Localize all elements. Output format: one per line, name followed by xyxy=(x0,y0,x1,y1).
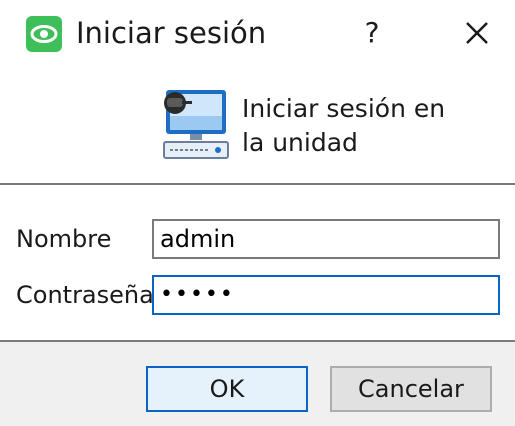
header-line-2: la unidad xyxy=(242,128,358,157)
header-message: Iniciar sesión en la unidad xyxy=(242,92,452,160)
eye-icon xyxy=(26,16,62,52)
title-bar: Iniciar sesión ? xyxy=(0,0,515,72)
username-field[interactable]: admin xyxy=(152,219,500,259)
login-dialog: Iniciar sesión ? Iniciar sesión en la un… xyxy=(0,0,515,426)
computer-login-icon xyxy=(163,90,229,159)
username-label: Nombre xyxy=(16,225,112,253)
help-button[interactable]: ? xyxy=(358,12,386,54)
password-label: Contraseña xyxy=(16,281,154,309)
ok-button[interactable]: OK xyxy=(146,366,308,412)
button-bar: OK Cancelar xyxy=(0,342,515,426)
close-icon[interactable] xyxy=(456,12,498,54)
window-title: Iniciar sesión xyxy=(76,16,267,50)
login-form: Nombre admin Contraseña ••••• xyxy=(0,185,515,340)
password-field[interactable]: ••••• xyxy=(152,275,500,315)
cancel-button[interactable]: Cancelar xyxy=(330,366,492,412)
header-line-1: Iniciar sesión en xyxy=(242,94,446,123)
